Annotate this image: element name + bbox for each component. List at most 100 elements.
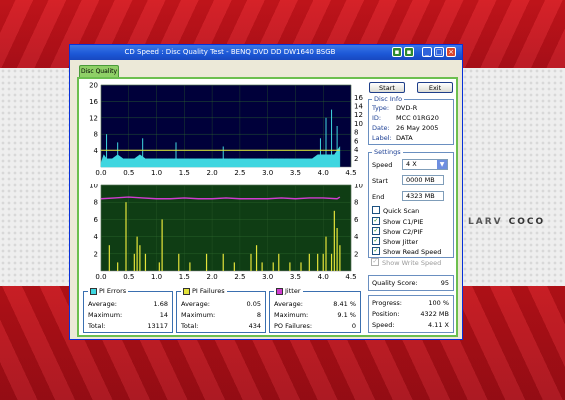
wallpaper-text-left: LARV [468,217,503,227]
checkmark-icon[interactable]: ✓ [372,217,380,225]
x-tick-label: 3.5 [290,169,301,177]
y-right-tick-label: 14 [354,103,363,111]
title-bar[interactable]: CD Speed : Disc Quality Test - BENQ DVD … [70,45,462,60]
settings-title: Settings [372,148,403,156]
y-right-tick-label: 16 [354,94,363,102]
checkmark-icon[interactable]: ✓ [372,237,380,245]
stat-value: 9.1 % [337,311,356,319]
save-icon[interactable]: ▪ [392,47,402,57]
stat-value: 0.05 [246,300,261,308]
speed-value: 4 X [406,160,417,168]
progress-label: Progress: [372,299,402,307]
copy-icon[interactable]: ▪ [404,47,414,57]
window-title: CD Speed : Disc Quality Test - BENQ DVD … [124,48,336,56]
show-jitter-checkbox[interactable]: ✓ Show Jitter [372,237,419,247]
stat-label: Maximum: [181,311,216,319]
x-tick-label: 1.5 [179,169,190,177]
stat-value: 8.41 % [333,300,356,308]
checkbox-label: Show Write Speed [382,259,442,267]
start-field[interactable]: 0000 MB [402,175,444,185]
y-right-tick-label: 10 [354,120,363,128]
x-tick-label: 2.5 [234,273,245,281]
show-read-speed-checkbox[interactable]: ✓ Show Read Speed [372,247,442,257]
stat-label: PO Failures: [274,322,313,330]
disc-info-label: Date: [372,124,390,132]
show-c1-pie-checkbox[interactable]: ✓ Show C1/PIE [372,217,424,227]
jitter-swatch [276,287,283,295]
position-label: Position: [372,310,400,318]
chevron-down-icon[interactable]: ▼ [437,160,447,169]
disc-info-value: 26 May 2005 [396,124,439,132]
speed-readout-value: 4.11 X [428,321,449,329]
y-tick-label: 6 [94,216,99,224]
speed-select[interactable]: 4 X ▼ [402,159,448,170]
x-tick-label: 2.5 [234,169,245,177]
tab-disc-quality[interactable]: Disc Quality [79,65,119,77]
y-right-tick-label: 8 [354,129,358,137]
stat-value: 8 [256,311,261,319]
x-tick-label: 1.0 [151,169,162,177]
minimize-button[interactable]: _ [422,47,432,57]
disc-info-value: DATA [396,134,413,142]
x-tick-label: 4.5 [345,273,356,281]
disc-info-label: Type: [372,104,390,112]
checkmark-icon[interactable]: ✓ [372,227,380,235]
speed-label: Speed [372,161,393,169]
pi-errors-box: PI Errors Average: 1.68 Maximum: 14 Total:… [83,287,173,333]
disc-info-label: Label: [372,134,392,142]
end-field[interactable]: 4323 MB [402,191,444,201]
pi-failures-chart: 0.0 0.5 1.0 1.5 2.0 2.5 3.0 3.5 4.0 4.5 10 8 6 4 2 10 8 6… [79,182,364,286]
show-c2-pif-checkbox[interactable]: ✓ Show C2/PIF [372,227,423,237]
stat-label: Average: [274,300,303,308]
y-right-tick-label: 6 [354,216,359,224]
jitter-box: Jitter Average: 8.41 % Maximum: 9.1 % PO F… [269,287,361,333]
checkmark-icon[interactable]: ✓ [372,247,380,255]
y-tick-label: 20 [89,82,98,90]
x-tick-label: 4.0 [318,273,329,281]
stat-label: Average: [181,300,210,308]
stat-value: 14 [159,311,168,319]
pi-failures-swatch [183,287,190,295]
x-tick-label: 1.0 [151,273,162,281]
y-tick-label: 10 [89,184,98,190]
start-button[interactable]: Start [369,82,405,93]
pi-failures-chart-svg: 0.0 0.5 1.0 1.5 2.0 2.5 3.0 3.5 4.0 4.5 10 8 6 4 2 10 8 6… [89,182,363,282]
x-tick-label: 3.5 [290,273,301,281]
end-label: End [372,193,385,201]
stat-value: 1.68 [153,300,168,308]
disc-info-value: DVD-R [396,104,418,112]
stat-value: 0 [351,322,356,330]
y-tick-label: 4 [94,147,99,155]
wallpaper-text-right: COCO [508,217,546,227]
x-tick-label: 2.0 [207,273,218,281]
stat-value: 13117 [147,322,168,330]
y-tick-label: 8 [94,199,98,207]
stat-value: 434 [248,322,261,330]
checkbox-box[interactable] [372,206,380,214]
exit-button[interactable]: Exit [417,82,453,93]
stat-label: Average: [88,300,117,308]
y-tick-label: 16 [89,98,98,106]
show-write-speed-checkbox: ✓ Show Write Speed [371,258,442,268]
disc-info-title: Disc Info [372,95,405,103]
pi-errors-title: PI Errors [99,287,127,295]
y-tick-label: 8 [94,131,98,139]
quick-scan-checkbox[interactable]: Quick Scan [372,206,419,216]
wallpaper-text: LARV COCO [468,217,545,227]
quality-score-label: Quality Score: [372,279,418,287]
checkbox-label: Show Read Speed [383,248,442,256]
main-panel: 0.0 0.5 1.0 1.5 2.0 2.5 3.0 3.5 4.0 4.5 20 16 12 8 4 16… [77,77,458,337]
quality-score-value: 95 [440,279,449,287]
maximize-button[interactable]: □ [434,47,444,57]
pi-errors-chart: 0.0 0.5 1.0 1.5 2.0 2.5 3.0 3.5 4.0 4.5 20 16 12 8 4 16… [79,79,364,186]
x-tick-label: 1.5 [179,273,190,281]
jitter-title: Jitter [285,287,301,295]
close-button[interactable]: × [446,47,456,57]
checkbox-label: Show C1/PIE [383,218,424,226]
checkbox-label: Show Jitter [383,238,419,246]
x-tick-label: 3.0 [262,273,273,281]
progress-value: 100 % [428,299,449,307]
pi-errors-swatch [90,287,97,295]
y-tick-label: 2 [94,250,98,258]
x-tick-label: 0.0 [95,169,106,177]
